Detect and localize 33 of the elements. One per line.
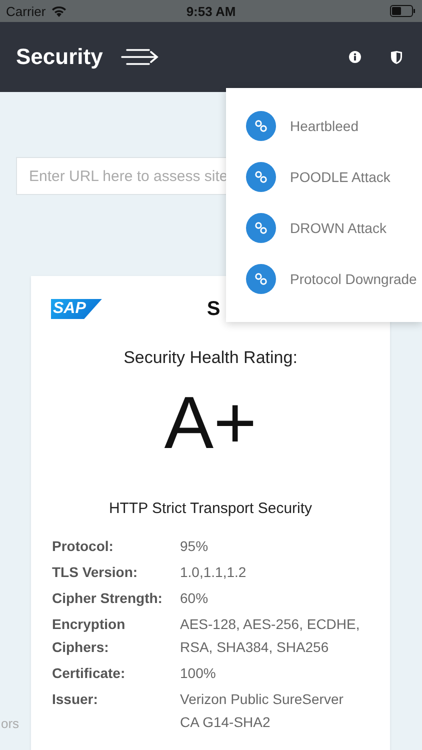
link-icon	[246, 212, 276, 242]
site-title: S	[206, 298, 220, 320]
shield-icon[interactable]	[391, 50, 402, 64]
rating-label: Security Health Rating:	[122, 348, 298, 368]
detail-label: Cipher Strength:	[52, 589, 164, 608]
logo: SAP	[51, 299, 102, 319]
policy-text: HTTP Strict Transport Security	[108, 500, 314, 517]
detail-value: 100%	[180, 664, 217, 683]
battery-icon	[390, 5, 416, 17]
detail-value: 1.0,1.1,1.2	[180, 563, 248, 582]
menu-icon[interactable]	[120, 48, 159, 66]
grade-text: A+	[163, 386, 258, 460]
side-text: ors	[1, 716, 20, 731]
menu-item[interactable]: DROWN Attack	[246, 202, 422, 253]
detail-label: Certificate:	[52, 664, 126, 683]
menu-item[interactable]: Heartbleed	[246, 100, 422, 151]
detail-label: Encryption Ciphers:	[52, 615, 126, 657]
link-icon	[246, 264, 276, 294]
menu-item[interactable]: Protocol Downgrade	[246, 253, 422, 304]
detail-value: AES-128, AES-256, ECDHE, RSA, SHA384, SHA256	[180, 615, 360, 657]
detail-value: 95%	[180, 537, 210, 556]
link-icon	[246, 162, 276, 192]
info-icon[interactable]	[349, 51, 361, 63]
wifi-icon	[50, 5, 67, 17]
clock-time: 9:53 AM	[185, 4, 237, 18]
detail-value: 60%	[180, 589, 210, 608]
detail-value: Verizon Public SureServer CA G14-SHA2	[180, 690, 344, 732]
detail-label: TLS Version:	[52, 563, 139, 582]
detail-label: Protocol:	[52, 537, 114, 556]
link-icon	[246, 110, 276, 140]
detail-label: Issuer:	[52, 690, 99, 709]
page-title: Security	[16, 44, 103, 70]
carrier-label: Carrier	[6, 4, 46, 18]
